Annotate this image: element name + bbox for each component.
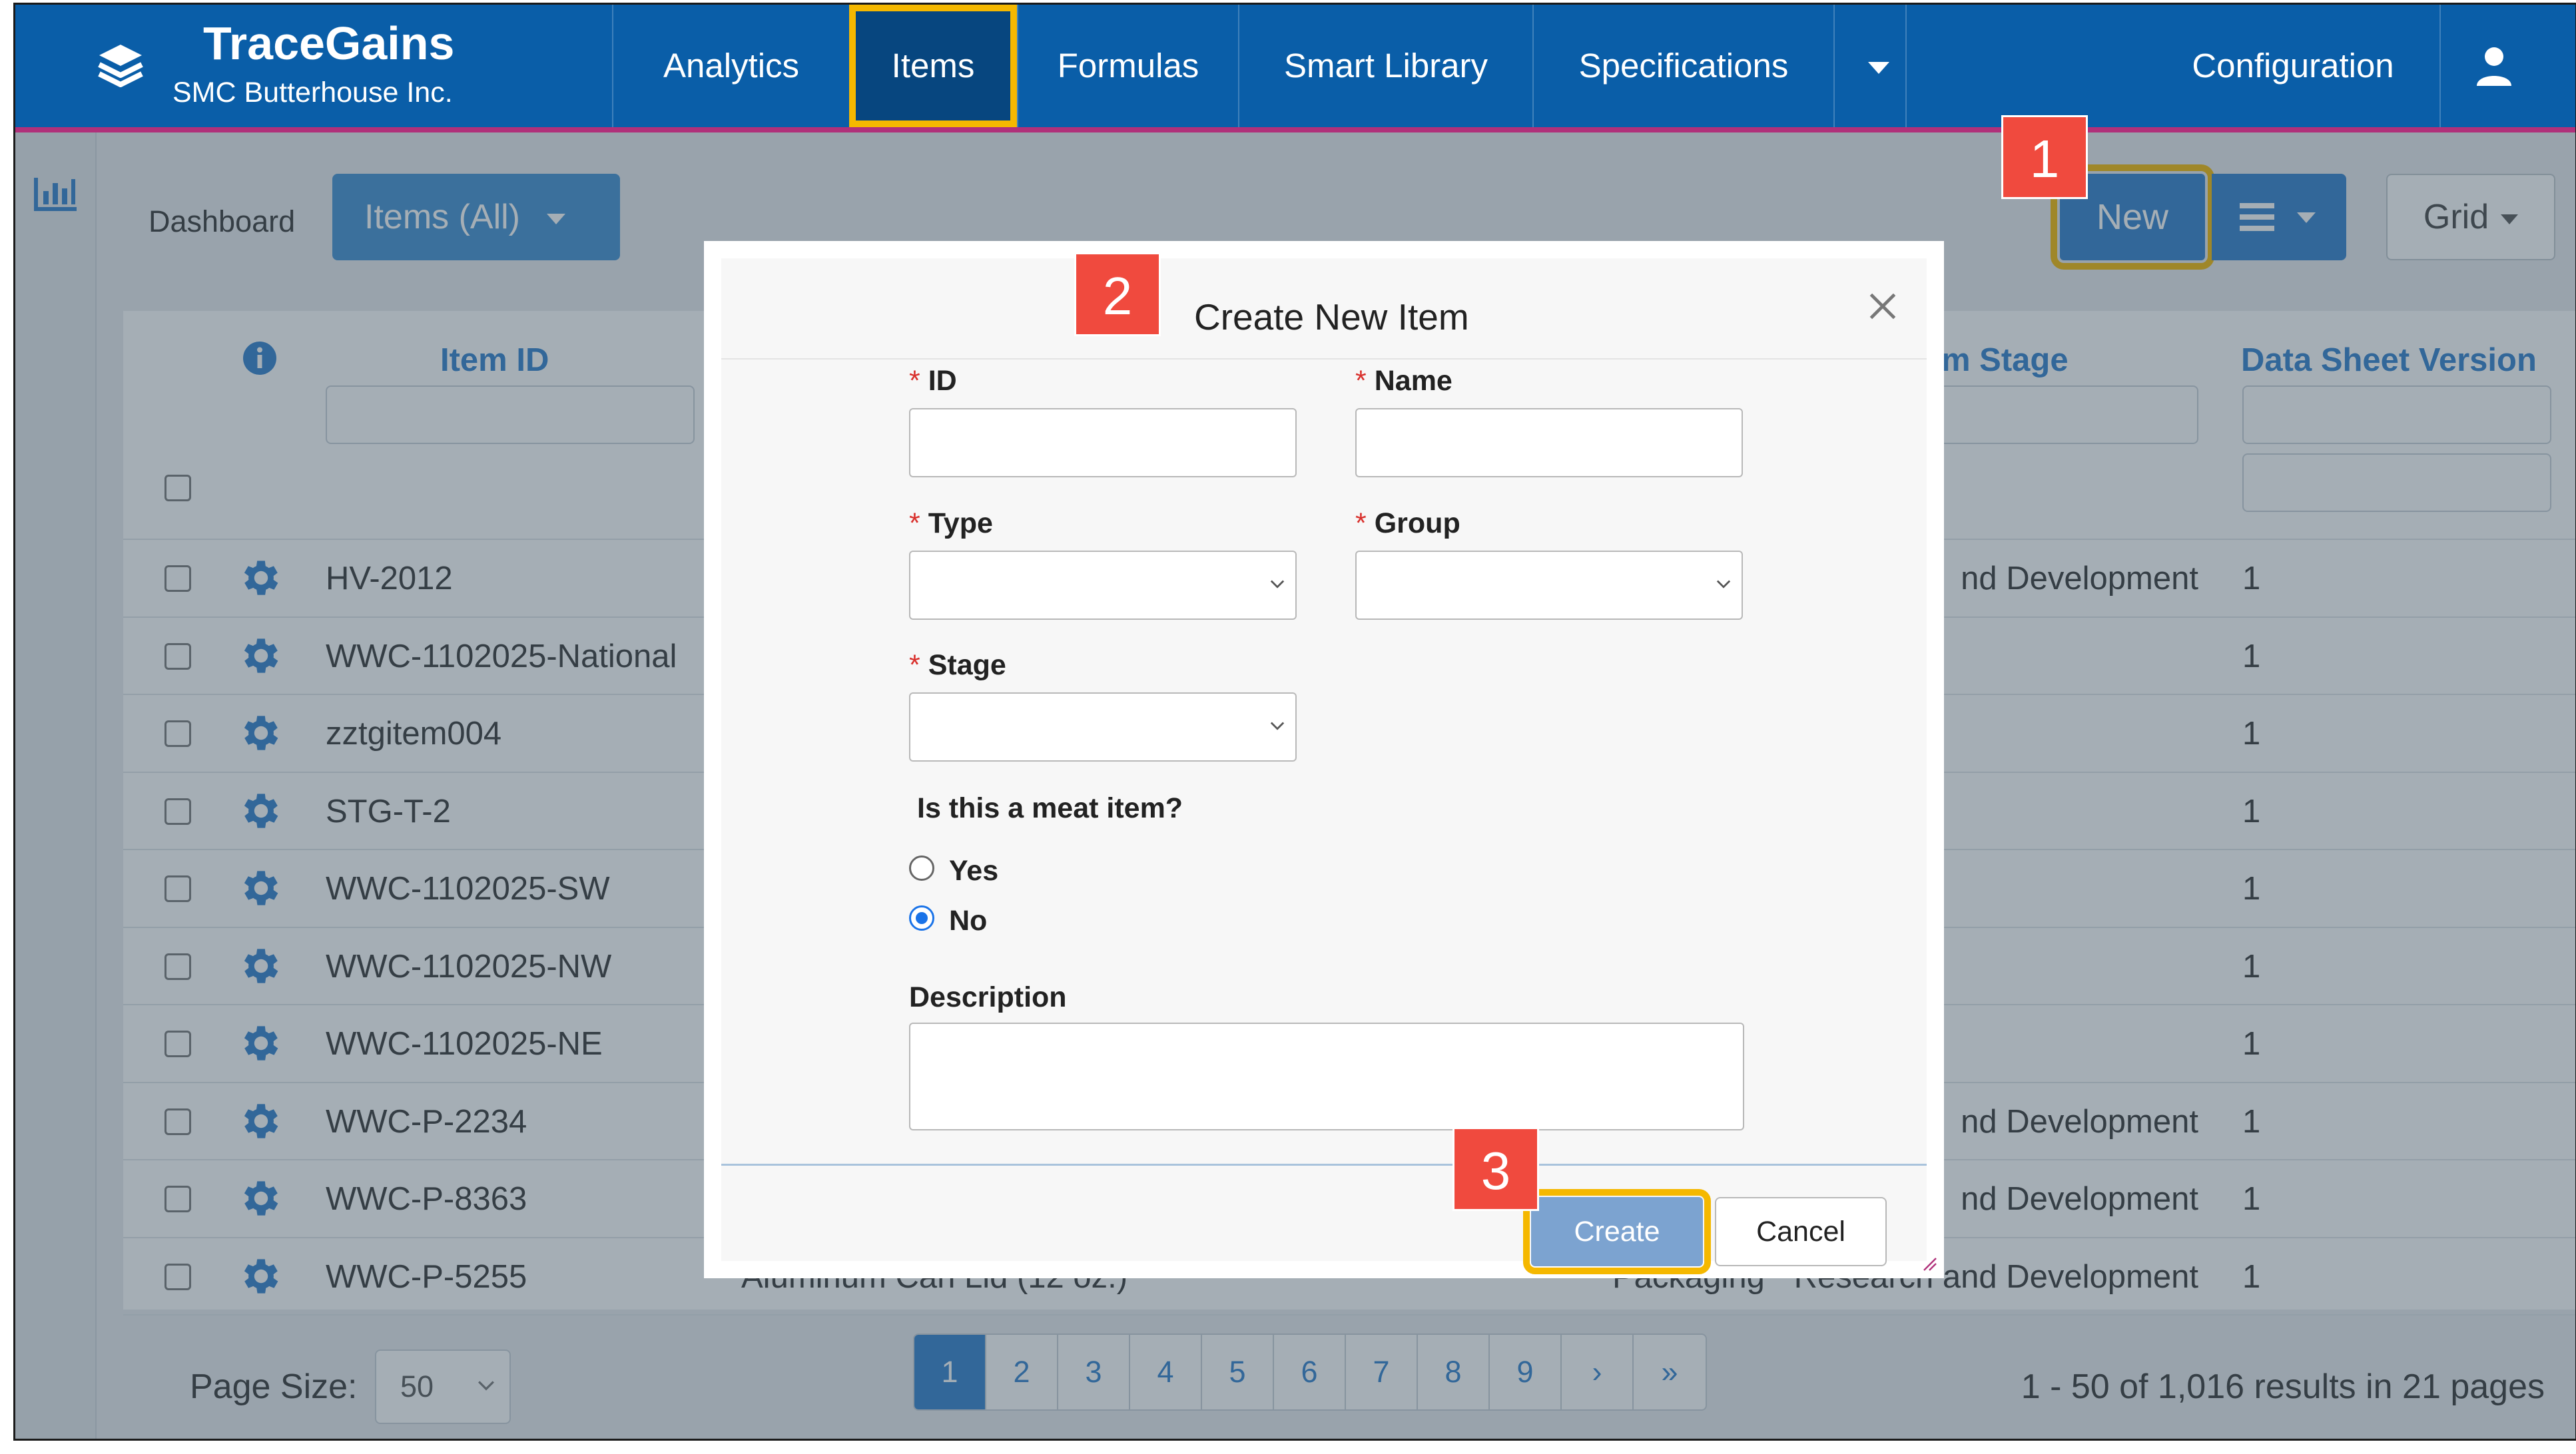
step-badge-1: 1 — [2001, 115, 2088, 199]
nav-smart-library[interactable]: Smart Library — [1239, 5, 1532, 127]
dialog-title: Create New Item — [1194, 296, 1469, 338]
description-label: Description — [909, 981, 1067, 1013]
nav-analytics[interactable]: Analytics — [613, 5, 849, 127]
dialog-footer-divider — [721, 1164, 1927, 1166]
meat-no-label[interactable]: No — [949, 905, 987, 937]
nav-configuration[interactable]: Configuration — [2146, 5, 2439, 127]
create-button[interactable]: Create — [1523, 1189, 1711, 1274]
meat-question: Is this a meat item? — [917, 792, 1183, 824]
step-badge-2: 2 — [1074, 252, 1161, 336]
chevron-down-icon — [1270, 580, 1285, 589]
type-select[interactable] — [909, 551, 1297, 620]
meat-no-radio[interactable] — [909, 905, 934, 931]
step-badge-3: 3 — [1452, 1127, 1539, 1211]
chevron-down-icon — [1270, 722, 1285, 730]
chevron-down-icon[interactable] — [1868, 62, 1889, 74]
meat-yes-radio[interactable] — [909, 855, 934, 881]
stage-label: * Stage — [909, 649, 1006, 681]
chevron-down-icon — [1716, 580, 1731, 589]
description-textarea[interactable] — [909, 1023, 1744, 1130]
dialog-header: Create New Item — [721, 258, 1927, 360]
name-input[interactable] — [1355, 408, 1743, 477]
group-select[interactable] — [1355, 551, 1743, 620]
meat-yes-label[interactable]: Yes — [949, 855, 998, 887]
nav-divider — [1833, 5, 1835, 127]
top-navigation: TraceGains SMC Butterhouse Inc. Analytic… — [15, 5, 2575, 132]
id-input[interactable] — [909, 408, 1297, 477]
nav-items[interactable]: Items — [849, 5, 1017, 127]
stage-select[interactable] — [909, 692, 1297, 762]
name-label: * Name — [1355, 365, 1452, 397]
nav-formulas[interactable]: Formulas — [1018, 5, 1238, 127]
close-icon[interactable] — [1868, 292, 1897, 321]
app-window: TraceGains SMC Butterhouse Inc. Analytic… — [13, 3, 2576, 1441]
id-label: * ID — [909, 365, 957, 397]
group-label: * Group — [1355, 507, 1460, 539]
nav-specifications[interactable]: Specifications — [1534, 5, 1833, 127]
cancel-button[interactable]: Cancel — [1715, 1197, 1887, 1266]
layers-icon — [98, 45, 143, 87]
create-item-dialog: Create New Item * ID * Name * Type * Group *… — [704, 241, 1944, 1278]
company-name: SMC Butterhouse Inc. — [172, 77, 453, 109]
user-icon[interactable] — [2475, 46, 2513, 86]
type-label: * Type — [909, 507, 993, 539]
nav-divider — [2439, 5, 2441, 127]
brand-name[interactable]: TraceGains — [203, 17, 454, 70]
nav-divider — [1905, 5, 1907, 127]
resize-handle-icon[interactable] — [1921, 1256, 1937, 1272]
